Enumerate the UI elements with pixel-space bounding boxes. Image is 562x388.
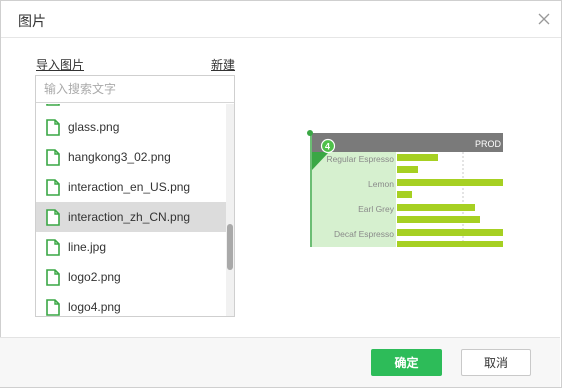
preview-category-label: Regular Espresso: [326, 154, 394, 164]
dialog-title: 图片: [18, 13, 46, 29]
file-icon: [46, 269, 60, 286]
file-name: line.jpg: [68, 240, 107, 254]
file-icon: [46, 239, 60, 256]
preview-bar: [397, 204, 475, 211]
file-icon: [46, 299, 60, 316]
search-input[interactable]: [36, 76, 234, 103]
preview-category-label: Lemon: [368, 179, 394, 189]
close-icon[interactable]: [535, 10, 553, 28]
file-list-item[interactable]: interaction_en_US.png: [36, 172, 226, 202]
file-list-item[interactable]: glass.png: [36, 112, 226, 142]
preview-badge-text: 4: [325, 142, 330, 152]
preview-bar: [397, 229, 503, 236]
file-list-item[interactable]: [36, 104, 226, 112]
file-icon: [46, 149, 60, 166]
import-image-link[interactable]: 导入图片: [36, 56, 84, 73]
preview-bar: [397, 191, 412, 198]
preview-bar: [397, 154, 438, 161]
file-name: glass.png: [68, 120, 120, 134]
file-icon: [46, 104, 60, 106]
file-list-item[interactable]: logo4.png: [36, 292, 226, 316]
dialog-title-bar: 图片: [1, 1, 561, 38]
file-list: glass.png hangkong3_02.png interaction_en_…: [36, 104, 226, 316]
scrollbar-thumb[interactable]: [227, 224, 233, 270]
preview-category-label: Decaf Espresso: [334, 229, 394, 239]
preview-resize-handle: [307, 130, 313, 136]
file-icon: [46, 119, 60, 136]
file-icon: [46, 179, 60, 196]
new-image-link[interactable]: 新建: [211, 56, 235, 73]
file-name: interaction_en_US.png: [68, 180, 191, 194]
file-list-item[interactable]: logo2.png: [36, 262, 226, 292]
file-list-item[interactable]: interaction_zh_CN.png: [36, 202, 226, 232]
cancel-button[interactable]: 取消: [461, 349, 531, 376]
file-name: logo2.png: [68, 270, 121, 284]
image-preview: PROD 4 Regular Espresso Lemon Earl Grey Dec…: [307, 130, 503, 247]
file-icon: [46, 209, 60, 226]
preview-category-label: Earl Grey: [358, 204, 395, 214]
file-list-item[interactable]: hangkong3_02.png: [36, 142, 226, 172]
file-name: interaction_zh_CN.png: [68, 210, 191, 224]
file-name: logo4.png: [68, 300, 121, 314]
file-name: hangkong3_02.png: [68, 150, 171, 164]
file-list-panel: glass.png hangkong3_02.png interaction_en_…: [35, 75, 235, 317]
preview-bar: [397, 216, 480, 223]
confirm-button[interactable]: 确定: [371, 349, 442, 376]
file-list-item[interactable]: line.jpg: [36, 232, 226, 262]
file-list-scrollbar[interactable]: [226, 104, 234, 316]
preview-header-text: PROD: [475, 139, 502, 149]
preview-bar: [397, 166, 418, 173]
preview-bar: [397, 241, 503, 247]
preview-bar: [397, 179, 503, 186]
